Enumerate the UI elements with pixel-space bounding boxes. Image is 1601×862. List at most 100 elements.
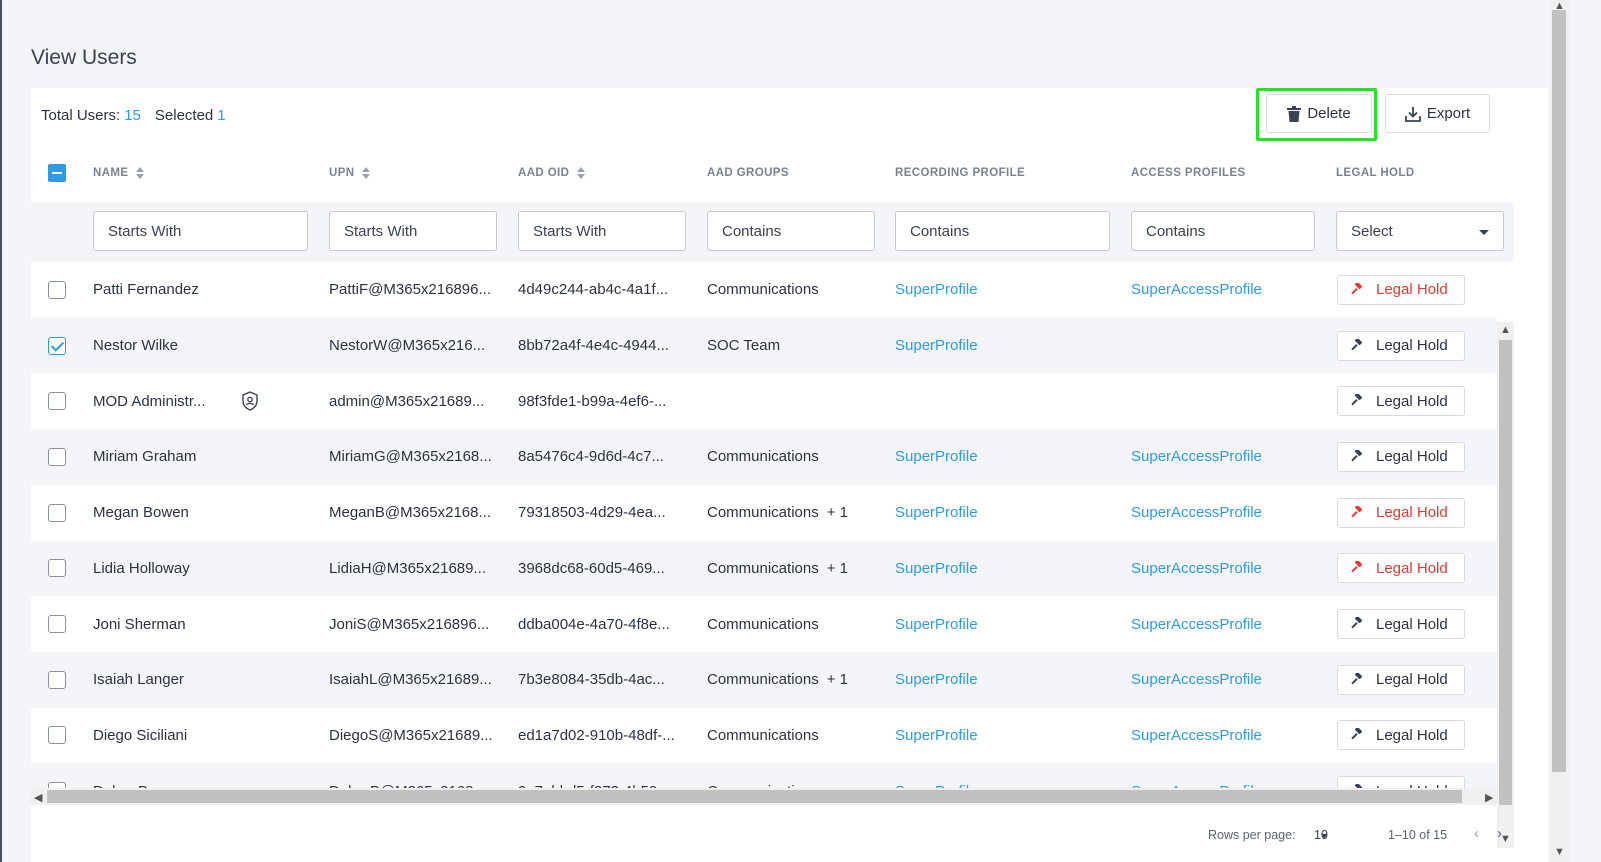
- more-groups-badge[interactable]: + 1: [827, 671, 848, 688]
- upn-filter-field[interactable]: [344, 222, 496, 240]
- user-aad-oid: 98f3fde1-b99a-4ef6-...: [518, 392, 667, 410]
- legal-hold-button[interactable]: Legal Hold: [1337, 720, 1465, 751]
- aad-groups-filter-field[interactable]: [722, 222, 874, 240]
- aad-groups-filter-input[interactable]: [707, 211, 875, 251]
- recording-profile-filter-field[interactable]: [910, 222, 1109, 240]
- column-aad-groups-label: AAD GROUPS: [707, 167, 789, 179]
- recording-profile-link[interactable]: SuperProfile: [895, 596, 978, 652]
- row-checkbox[interactable]: [48, 503, 66, 522]
- name-filter-field[interactable]: [108, 222, 307, 240]
- column-header-upn[interactable]: UPN: [329, 167, 371, 179]
- table-row[interactable]: Miriam Graham MiriamG@M365x2168... 8a5476c…: [31, 429, 1497, 485]
- more-groups-badge[interactable]: + 1: [827, 504, 848, 521]
- page-scroll-down-icon[interactable]: ▼: [1554, 846, 1565, 858]
- row-checkbox[interactable]: [48, 280, 66, 299]
- legal-hold-button[interactable]: Legal Hold: [1337, 553, 1465, 584]
- page-scroll-thumb[interactable]: [1552, 10, 1566, 772]
- delete-button[interactable]: Delete: [1266, 94, 1372, 133]
- table-row[interactable]: MOD Administr... admin@M365x21689... 98f3f…: [31, 373, 1497, 429]
- row-checkbox[interactable]: [48, 336, 66, 355]
- table-vertical-scrollbar[interactable]: ▲ ▼: [1497, 322, 1514, 848]
- left-border: [0, 0, 2, 862]
- access-profiles-filter-input[interactable]: [1131, 211, 1315, 251]
- trash-icon: [1287, 105, 1302, 122]
- legal-hold-label: Legal Hold: [1376, 448, 1448, 466]
- upn-filter-input[interactable]: [329, 211, 497, 251]
- table-horizontal-scrollbar[interactable]: ◀ ▶: [31, 788, 1497, 805]
- legal-hold-button[interactable]: Legal Hold: [1337, 497, 1465, 528]
- table-row[interactable]: Lidia Holloway LidiaH@M365x21689... 3968dc…: [31, 540, 1497, 597]
- row-checkbox[interactable]: [48, 559, 66, 578]
- access-profile-link[interactable]: SuperAccessProfile: [1131, 652, 1262, 708]
- recording-profile-link[interactable]: SuperProfile: [895, 485, 978, 541]
- total-users-label: Total Users:: [41, 107, 121, 124]
- access-profiles-filter-field[interactable]: [1146, 222, 1314, 240]
- recording-profile-link[interactable]: SuperProfile: [895, 429, 978, 485]
- access-profile-link[interactable]: SuperAccessProfile: [1131, 763, 1262, 790]
- table-row[interactable]: Isaiah Langer IsaiahL@M365x21689... 7b3e80…: [31, 651, 1497, 708]
- legal-hold-button[interactable]: Legal Hold: [1337, 609, 1465, 640]
- legal-hold-label: Legal Hold: [1376, 392, 1448, 410]
- recording-profile-filter-input[interactable]: [895, 211, 1110, 251]
- user-upn: DebraB@M365x2168...: [329, 763, 486, 790]
- user-upn: admin@M365x21689...: [329, 392, 485, 410]
- table-row[interactable]: Joni Sherman JoniS@M365x216896... ddba004e…: [31, 596, 1497, 652]
- recording-profile-link[interactable]: SuperProfile: [895, 652, 978, 708]
- recording-profile-link[interactable]: SuperProfile: [895, 541, 978, 597]
- user-upn: JoniS@M365x216896...: [329, 615, 490, 633]
- column-header-name[interactable]: NAME: [93, 167, 145, 179]
- table-row[interactable]: Megan Bowen MeganB@M365x2168... 79318503-4…: [31, 485, 1497, 541]
- access-profile-link[interactable]: SuperAccessProfile: [1131, 541, 1262, 597]
- column-header-aad-oid[interactable]: AAD OID: [518, 167, 586, 179]
- aad-oid-filter-input[interactable]: [518, 211, 686, 251]
- access-profile-link[interactable]: SuperAccessProfile: [1131, 429, 1262, 485]
- row-checkbox[interactable]: [48, 615, 66, 634]
- access-profile-link[interactable]: SuperAccessProfile: [1131, 485, 1262, 541]
- rows-per-page-select[interactable]: 10 ▼: [1314, 828, 1329, 842]
- access-profile-link[interactable]: SuperAccessProfile: [1131, 262, 1262, 318]
- download-icon: [1404, 106, 1421, 122]
- access-profile-link[interactable]: SuperAccessProfile: [1131, 596, 1262, 652]
- vertical-scroll-thumb[interactable]: [1499, 340, 1512, 805]
- legal-hold-button[interactable]: Legal Hold: [1337, 330, 1465, 361]
- table-row[interactable]: Diego Siciliani DiegoS@M365x21689... ed1a7…: [31, 708, 1497, 764]
- row-checkbox[interactable]: [48, 392, 66, 411]
- user-aad-groups: Communications: [707, 281, 819, 299]
- recording-profile-link[interactable]: SuperProfile: [895, 708, 978, 764]
- selected-label: Selected: [154, 107, 214, 124]
- user-upn: DiegoS@M365x21689...: [329, 726, 493, 744]
- legal-hold-button[interactable]: Legal Hold: [1337, 664, 1465, 695]
- prev-page-icon[interactable]: ‹: [1474, 825, 1479, 842]
- export-button[interactable]: Export: [1385, 94, 1490, 133]
- table-row[interactable]: Nestor Wilke NestorW@M365x216... 8bb72a4f-…: [31, 317, 1497, 374]
- recording-profile-link[interactable]: SuperProfile: [895, 763, 978, 790]
- recording-profile-link[interactable]: SuperProfile: [895, 318, 978, 374]
- legal-hold-button[interactable]: Legal Hold: [1337, 441, 1465, 472]
- legal-hold-select[interactable]: Select: [1336, 211, 1504, 251]
- table-row[interactable]: Debra Berger DebraB@M365x2168... 9e7abbd5-…: [31, 763, 1497, 790]
- table-row[interactable]: Patti Fernandez PattiF@M365x216896... 4d49…: [31, 262, 1497, 318]
- row-checkbox[interactable]: [48, 726, 66, 745]
- gavel-icon: [1351, 561, 1363, 573]
- scroll-up-icon[interactable]: ▲: [1500, 324, 1511, 336]
- user-name: Lidia Holloway: [93, 559, 190, 577]
- legal-hold-button[interactable]: Legal Hold: [1337, 274, 1465, 305]
- gavel-icon: [1351, 505, 1363, 518]
- horizontal-scroll-thumb[interactable]: [47, 790, 1462, 803]
- next-page-icon[interactable]: ›: [1497, 825, 1502, 842]
- more-groups-badge[interactable]: + 1: [827, 560, 848, 577]
- scroll-right-icon[interactable]: ▶: [1485, 791, 1493, 804]
- access-profile-link[interactable]: SuperAccessProfile: [1131, 708, 1262, 764]
- select-all-checkbox[interactable]: [48, 164, 66, 182]
- recording-profile-link[interactable]: SuperProfile: [895, 262, 978, 318]
- user-name: Diego Siciliani: [93, 726, 188, 744]
- page-vertical-scrollbar[interactable]: ▲ ▼: [1549, 0, 1569, 862]
- name-filter-input[interactable]: [93, 211, 308, 251]
- row-checkbox[interactable]: [48, 447, 66, 466]
- user-aad-oid: 8bb72a4f-4e4c-4944...: [518, 337, 669, 355]
- aad-oid-filter-field[interactable]: [533, 222, 685, 240]
- row-checkbox[interactable]: [48, 670, 66, 689]
- scroll-left-icon[interactable]: ◀: [34, 791, 42, 804]
- legal-hold-button[interactable]: Legal Hold: [1337, 386, 1465, 417]
- gavel-icon: [1351, 672, 1363, 685]
